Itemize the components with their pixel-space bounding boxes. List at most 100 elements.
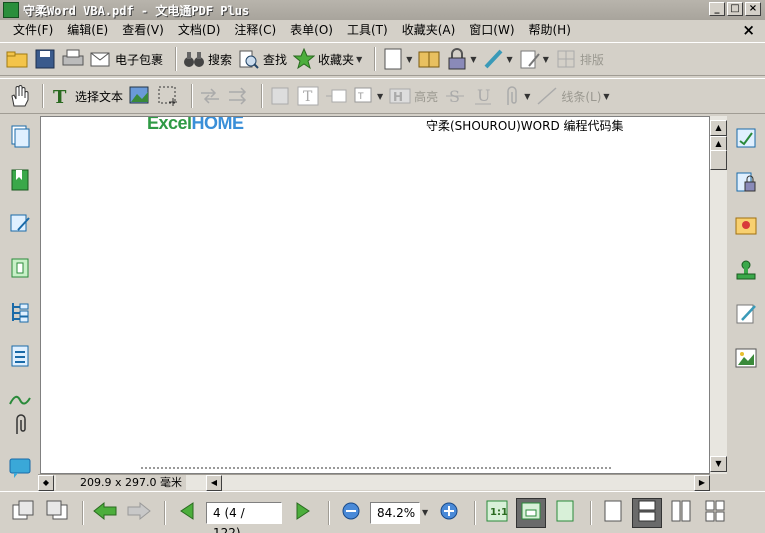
lines-button[interactable]: 线条(L) ▼ [536, 82, 610, 110]
minimize-button[interactable]: _ [709, 2, 725, 16]
arrow-left-icon [92, 501, 118, 524]
book-button[interactable] [418, 45, 440, 73]
search-button[interactable]: 搜索 [183, 45, 232, 73]
chevron-down-icon: ▼ [603, 91, 610, 101]
fit-width-button[interactable] [516, 497, 547, 528]
marquee-button[interactable] [157, 82, 179, 110]
stamp-tool-icon[interactable] [734, 258, 758, 282]
underline-button[interactable]: U [472, 82, 494, 110]
zoom-out-button[interactable] [336, 498, 366, 528]
page-number-input[interactable]: 4 (4 / 122) [206, 501, 282, 533]
continuous-button[interactable] [632, 497, 663, 528]
new-page-button[interactable]: ▼ [382, 45, 412, 73]
close-window-button[interactable]: × [745, 2, 761, 16]
layout-button[interactable]: 排版 [555, 45, 604, 73]
certificate-icon[interactable] [734, 214, 758, 238]
text-box-icon: T [297, 85, 319, 107]
zoom-input[interactable]: 84.2% [370, 501, 420, 524]
email-button[interactable]: 电子包裹 [90, 45, 163, 73]
select-text-button[interactable]: T 选择文本 [50, 82, 123, 110]
svg-text:T: T [53, 87, 67, 107]
attach-button[interactable]: ▼ [500, 82, 530, 110]
continuous-icon [636, 500, 658, 525]
menu-help[interactable]: 帮助(H) [522, 20, 578, 40]
save-button[interactable] [34, 45, 56, 73]
facing-button[interactable] [666, 498, 696, 528]
scroll-down-button[interactable]: ▼ [710, 456, 727, 472]
stamp-button[interactable]: T ▼ [353, 82, 383, 110]
typewriter-button[interactable]: T [297, 82, 319, 110]
bookmarks-panel-icon[interactable] [8, 168, 32, 192]
separator [191, 84, 194, 108]
callout-button[interactable] [325, 82, 347, 110]
attachments-panel-icon[interactable] [8, 412, 32, 436]
menu-tools[interactable]: 工具(T) [340, 20, 395, 40]
open-button[interactable] [6, 45, 28, 73]
security-button[interactable]: ▼ [446, 45, 477, 73]
sign-document-icon[interactable] [734, 126, 758, 150]
lines-label: 线条(L) [561, 89, 602, 104]
find-icon [238, 48, 260, 70]
separator [42, 84, 44, 108]
print-button[interactable] [62, 45, 84, 73]
document-view[interactable]: ExcelHOME 守柔(SHOUROU)WORD 编程代码集 [40, 116, 710, 474]
layers-panel-icon[interactable] [8, 256, 32, 280]
rotate-right-button[interactable] [42, 498, 72, 528]
close-document-button[interactable]: × [742, 21, 755, 39]
picture-tool-icon[interactable] [734, 346, 758, 370]
chevron-down-icon[interactable]: ▼ [422, 508, 428, 517]
scroll-right-button[interactable]: ▶ [694, 475, 710, 491]
vertical-scroll-thumb[interactable] [710, 150, 727, 170]
menu-file[interactable]: 文件(F) [6, 20, 60, 40]
hand-tool-button[interactable] [8, 82, 30, 110]
maximize-button[interactable]: □ [727, 2, 743, 16]
zoom-in-button[interactable] [434, 498, 464, 528]
menu-document[interactable]: 文档(D) [171, 20, 228, 40]
reflow-button[interactable] [199, 82, 221, 110]
highlight-button[interactable]: H 高亮 [389, 82, 438, 110]
fit-page-button[interactable] [550, 498, 580, 528]
next-page-button[interactable] [288, 498, 318, 528]
actual-size-button[interactable]: 1:1 [482, 498, 512, 528]
find-button[interactable]: 查找 [238, 45, 287, 73]
arrow-right-icon [126, 501, 152, 524]
secure-document-icon[interactable] [734, 170, 758, 194]
favorites-button[interactable]: 收藏夹 ▼ [293, 45, 362, 73]
pages-panel-icon[interactable] [8, 124, 32, 148]
forward-button[interactable] [124, 498, 154, 528]
pen-button[interactable]: ▼ [483, 45, 513, 73]
scroll-left-right-button[interactable]: ◆ [38, 475, 54, 491]
scroll-left-button[interactable]: ◀ [206, 475, 222, 491]
strikeout-button[interactable]: S [444, 82, 466, 110]
fit-page-icon [554, 500, 576, 525]
snapshot-button[interactable] [129, 82, 151, 110]
page-header-text: 守柔(SHOUROU)WORD 编程代码集 [426, 119, 624, 133]
horizontal-scrollbar[interactable]: ◆ 209.9 x 297.0 毫米 ◀ ▶ [38, 474, 710, 491]
book-icon [418, 48, 440, 70]
signature-panel-icon[interactable] [8, 386, 32, 410]
callout-icon [325, 85, 347, 107]
menu-view[interactable]: 查看(V) [115, 20, 171, 40]
menu-comment[interactable]: 注释(C) [227, 20, 283, 40]
back-button[interactable] [90, 498, 120, 528]
menu-form[interactable]: 表单(O) [283, 20, 340, 40]
scroll-first-page-button[interactable]: ▲ [710, 120, 727, 136]
edit-button[interactable]: ▼ [519, 45, 549, 73]
zoom-out-icon [341, 501, 361, 524]
menu-favorites[interactable]: 收藏夹(A) [395, 20, 463, 40]
chat-panel-icon[interactable] [8, 456, 32, 480]
menu-edit[interactable]: 编辑(E) [60, 20, 115, 40]
continuous-facing-button[interactable] [700, 498, 730, 528]
comments-panel-icon[interactable] [8, 212, 32, 236]
structure-panel-icon[interactable] [8, 300, 32, 324]
previous-page-button[interactable] [172, 498, 202, 528]
separator [82, 500, 84, 525]
reflow2-button[interactable] [227, 82, 249, 110]
vertical-scrollbar[interactable]: ▲ ▲ ▼ [710, 116, 727, 474]
fields-panel-icon[interactable] [8, 344, 32, 368]
note-button[interactable] [269, 82, 291, 110]
menu-window[interactable]: 窗口(W) [462, 20, 521, 40]
rotate-left-button[interactable] [8, 498, 38, 528]
edit-pen-icon[interactable] [734, 302, 758, 326]
single-page-button[interactable] [598, 498, 628, 528]
